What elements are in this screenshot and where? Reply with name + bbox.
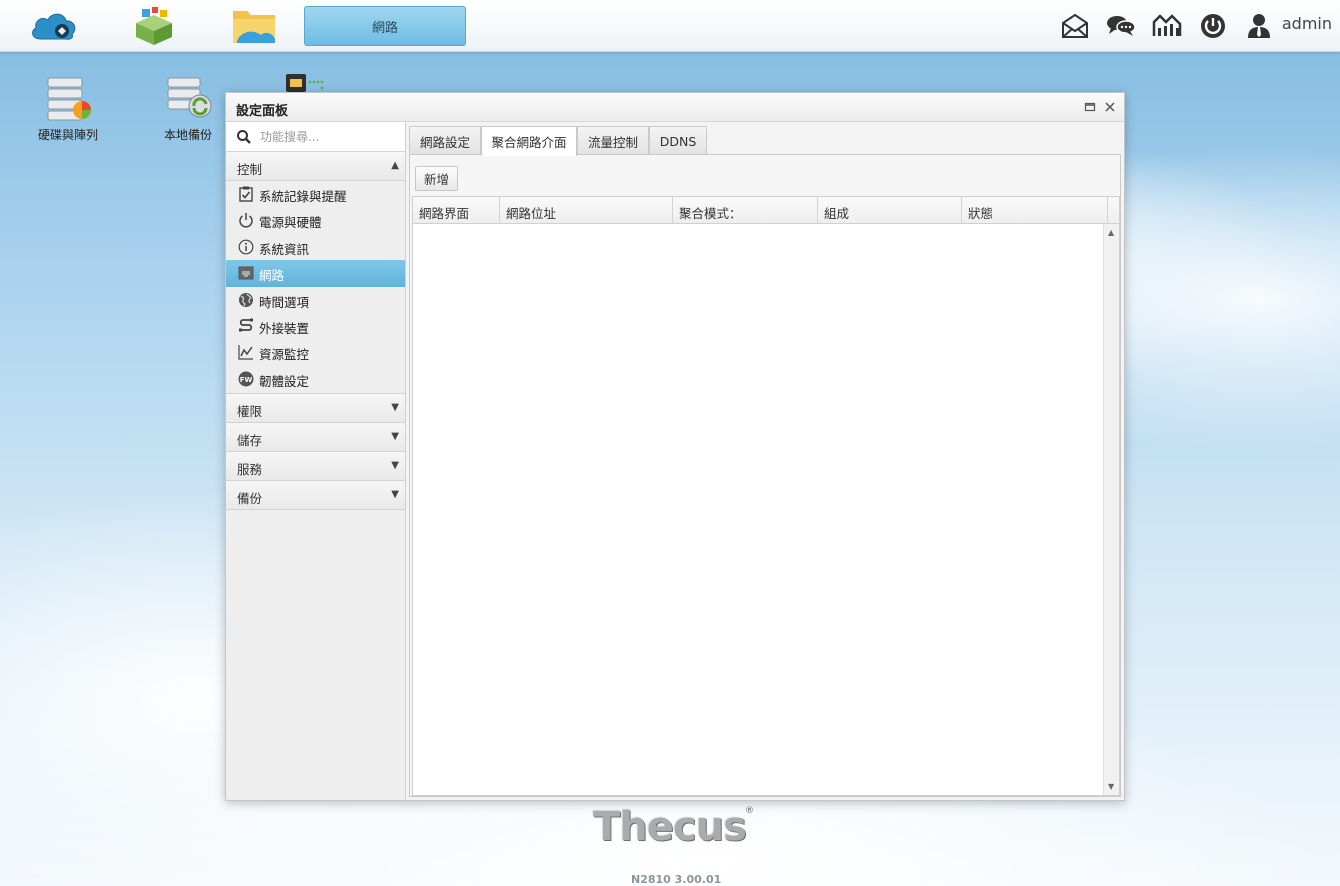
collapse-arrow-icon: ▲ — [391, 160, 399, 171]
network-status-icon[interactable] — [1151, 8, 1183, 44]
section-backup[interactable]: 備份 ▼ — [226, 481, 405, 511]
desktop-icon-label: 本地備份 — [163, 128, 212, 142]
window-titlebar[interactable]: 設定面板 — [226, 93, 1124, 122]
tab-bar: 網路設定 聚合網路介面 流量控制 DDNS — [409, 126, 1121, 156]
chat-icon[interactable] — [1105, 8, 1137, 44]
desktop-icon-disk-raid[interactable]: 硬碟與陣列 — [28, 74, 108, 143]
sidebar-item-network[interactable]: 網路 — [226, 260, 405, 287]
table-header: 網路界面 網路位址 聚合模式： 組成 狀態 — [413, 197, 1119, 224]
globe-icon — [237, 291, 255, 309]
file-manager-icon[interactable] — [228, 4, 280, 48]
user-icon[interactable] — [1243, 8, 1275, 44]
vertical-scrollbar[interactable]: ▲ ▼ — [1103, 224, 1119, 795]
firmware-icon: FW — [237, 370, 255, 388]
column-header-status[interactable]: 狀態 — [962, 197, 1108, 224]
tab-network-settings[interactable]: 網路設定 — [409, 126, 481, 155]
section-services[interactable]: 服務 ▼ — [226, 452, 405, 482]
sidebar-item-firmware[interactable]: FW 韌體設定 — [226, 366, 405, 392]
close-icon[interactable] — [1102, 99, 1118, 115]
sidebar-item-label: 韌體設定 — [259, 373, 310, 389]
section-control[interactable]: 控制 ▲ — [226, 152, 405, 181]
usb-cable-icon — [237, 317, 255, 335]
mail-icon[interactable] — [1059, 8, 1091, 44]
disk-raid-icon — [42, 74, 94, 122]
registered-mark: ® — [745, 806, 754, 816]
sidebar-item-label: 時間選項 — [259, 294, 310, 310]
section-label: 備份 — [237, 491, 263, 507]
sidebar-item-label: 外接裝置 — [259, 320, 310, 336]
firmware-version: N2810 3.00.01 — [631, 873, 722, 886]
column-header-address[interactable]: 網路位址 — [500, 197, 673, 224]
brand-logo: Thecus ® — [593, 804, 754, 850]
cloud-app-icon[interactable] — [28, 4, 80, 48]
column-header-members[interactable]: 組成 — [818, 197, 962, 224]
network-port-icon — [237, 264, 255, 282]
maximize-icon[interactable] — [1082, 99, 1098, 115]
info-icon — [237, 238, 255, 256]
username-label[interactable]: admin — [1282, 14, 1332, 33]
taskbar: 網路 admin — [0, 0, 1340, 52]
add-button[interactable]: 新增 — [415, 166, 459, 191]
expand-arrow-icon: ▼ — [391, 431, 399, 443]
tab-link-aggregation[interactable]: 聚合網路介面 — [481, 126, 577, 156]
expand-arrow-icon: ▼ — [391, 489, 399, 501]
expand-arrow-icon: ▼ — [391, 402, 399, 414]
power-icon[interactable] — [1197, 8, 1229, 44]
tab-traffic-control[interactable]: 流量控制 — [577, 126, 649, 155]
sidebar: 控制 ▲ 系統記錄與提醒 電源與硬體 系統資訊 — [226, 122, 406, 800]
settings-window: 設定面板 控制 ▲ 系統記錄與提醒 — [225, 92, 1125, 801]
tab-content: 新增 網路界面 網路位址 聚合模式： 組成 狀態 ▲ ▼ — [409, 154, 1121, 797]
column-header-mode[interactable]: 聚合模式： — [673, 197, 818, 224]
svg-text:FW: FW — [240, 376, 253, 384]
function-search — [226, 122, 405, 152]
desktop-network-icon-partial[interactable] — [286, 74, 326, 92]
search-input[interactable] — [260, 127, 398, 147]
sidebar-item-label: 系統記錄與提醒 — [259, 189, 347, 204]
line-chart-icon — [237, 343, 255, 361]
local-backup-icon — [162, 74, 214, 122]
scroll-up-icon[interactable]: ▲ — [1108, 228, 1114, 237]
app-center-icon[interactable] — [128, 4, 180, 48]
desktop-icon-label: 硬碟與陣列 — [37, 128, 98, 142]
search-icon — [236, 129, 252, 149]
sidebar-item-system-log[interactable]: 系統記錄與提醒 — [226, 181, 405, 207]
section-label: 儲存 — [237, 433, 263, 449]
sidebar-item-system-info[interactable]: 系統資訊 — [226, 234, 405, 260]
control-section: 控制 ▲ 系統記錄與提醒 電源與硬體 系統資訊 網路 時間選項 外接裝置 資源監… — [226, 152, 405, 395]
sidebar-item-time[interactable]: 時間選項 — [226, 287, 405, 313]
tab-ddns[interactable]: DDNS — [649, 126, 707, 155]
column-header-interface[interactable]: 網路界面 — [413, 197, 500, 224]
sidebar-item-external-devices[interactable]: 外接裝置 — [226, 313, 405, 339]
brand-name: Thecus — [593, 804, 747, 850]
power-icon — [237, 211, 255, 229]
section-permissions[interactable]: 權限 ▼ — [226, 394, 405, 424]
sidebar-item-label: 資源監控 — [259, 347, 310, 363]
aggregation-table: 網路界面 網路位址 聚合模式： 組成 狀態 ▲ ▼ — [412, 196, 1120, 796]
expand-arrow-icon: ▼ — [391, 460, 399, 472]
desktop-icon-local-backup[interactable]: 本地備份 — [148, 74, 228, 143]
toolbar: 新增 — [410, 155, 1120, 195]
scroll-down-icon[interactable]: ▼ — [1108, 782, 1114, 791]
section-label: 服務 — [237, 462, 263, 478]
sidebar-item-resource-monitor[interactable]: 資源監控 — [226, 339, 405, 365]
taskbar-active-window[interactable]: 網路 — [304, 6, 466, 46]
clipboard-check-icon — [237, 185, 255, 203]
sidebar-item-power-hardware[interactable]: 電源與硬體 — [226, 207, 405, 233]
window-title: 設定面板 — [236, 104, 289, 119]
main-panel: 網路設定 聚合網路介面 流量控制 DDNS 新增 網路界面 網路位址 聚合模式：… — [409, 126, 1121, 797]
section-label: 權限 — [237, 404, 263, 420]
section-label: 控制 — [237, 162, 263, 177]
sidebar-item-label: 電源與硬體 — [259, 215, 322, 231]
sidebar-item-label: 網路 — [259, 268, 285, 284]
sidebar-item-label: 系統資訊 — [259, 241, 310, 257]
section-storage[interactable]: 儲存 ▼ — [226, 423, 405, 453]
